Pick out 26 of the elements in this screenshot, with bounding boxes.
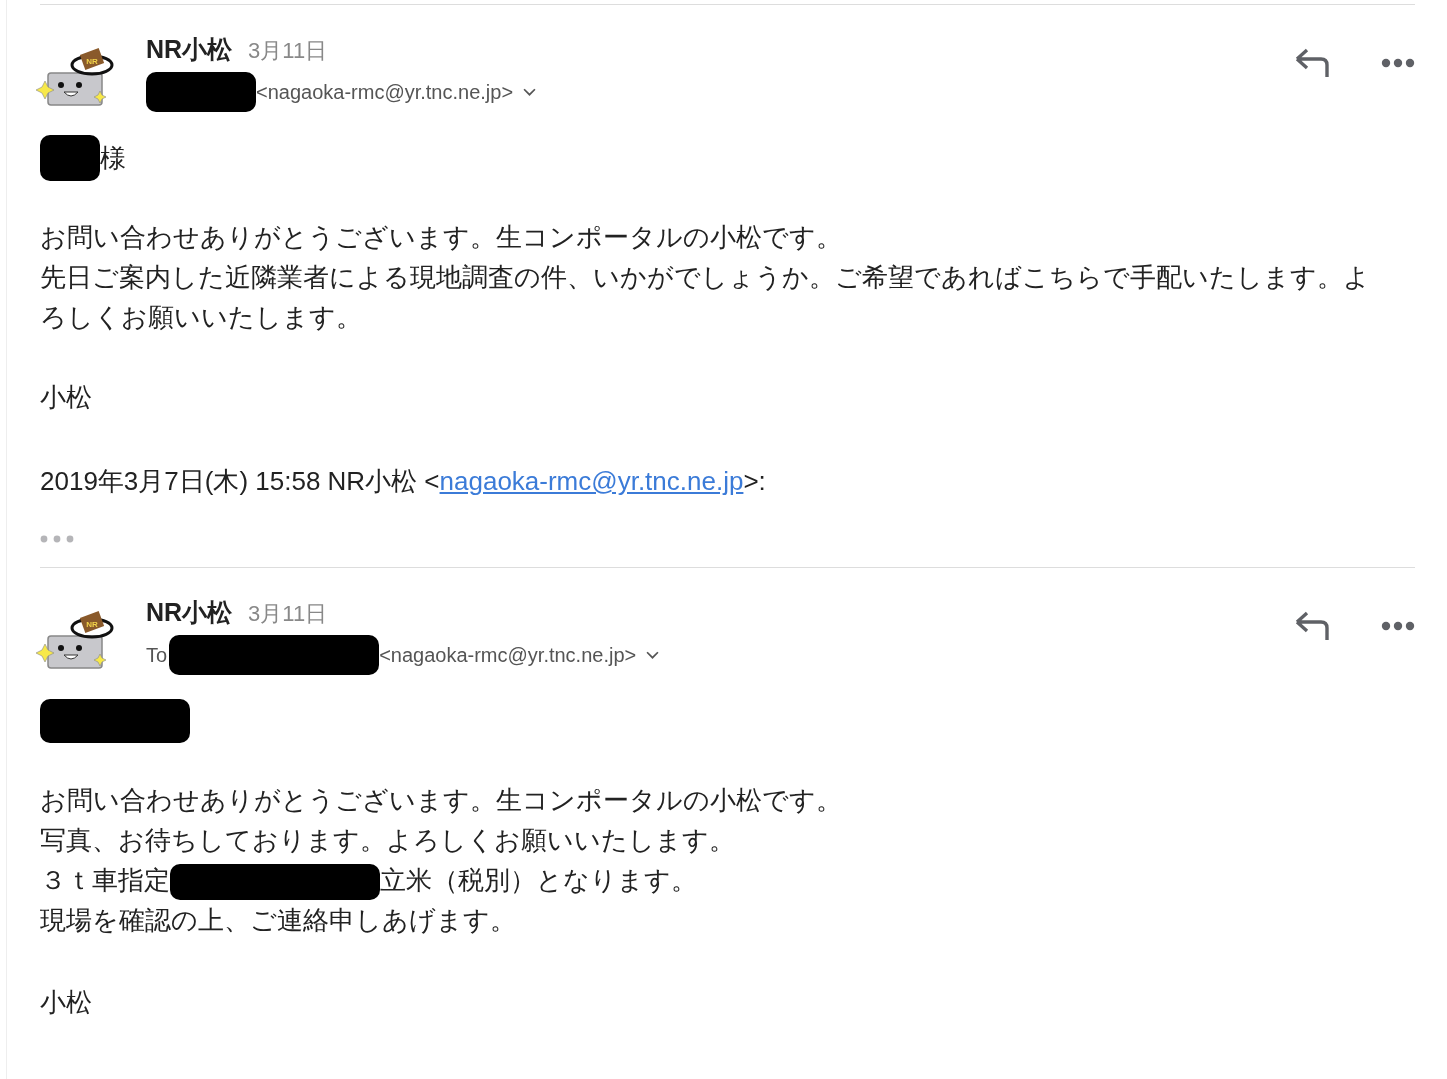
- body-text: 現場を確認の上、ご連絡申しあげます。: [40, 905, 516, 936]
- body-text: お問い合わせありがとうございます。生コンポータルの小松です。: [40, 785, 842, 815]
- message-date: 3月11日: [248, 37, 328, 65]
- redaction-mark: [40, 135, 100, 181]
- recipient-address: <nagaoka-rmc@yr.tnc.ne.jp>: [256, 80, 514, 104]
- sender-name: NR小松: [146, 34, 233, 65]
- message-date: 3月11日: [248, 600, 328, 628]
- chevron-down-icon[interactable]: [523, 87, 537, 97]
- more-icon[interactable]: [1381, 58, 1415, 68]
- greeting-text: 様: [100, 142, 126, 175]
- signature: 小松: [40, 986, 93, 1020]
- body-text: 写真、お待ちしております。よろしくお願いいたします。: [40, 825, 735, 855]
- more-icon[interactable]: [1381, 621, 1415, 631]
- body-text: 先日ご案内した近隣業者による現地調査の件、いかがでしょうか。ご希望であればこちらで手配いたします。よろしくお願いいたします。: [40, 262, 1370, 332]
- chevron-down-icon[interactable]: [646, 650, 660, 660]
- sender-name: NR小松: [146, 597, 233, 628]
- reply-icon[interactable]: [1293, 47, 1331, 79]
- recipient-label: To: [146, 643, 168, 667]
- recipient-address: <nagaoka-rmc@yr.tnc.ne.jp>: [379, 643, 637, 667]
- body-text: ３ｔ車指定: [40, 865, 170, 895]
- email-link[interactable]: nagaoka-rmc@yr.tnc.ne.jp: [439, 466, 744, 496]
- body-text: 立米（税別）となります。: [380, 865, 697, 895]
- signature: 小松: [40, 381, 93, 414]
- quote-header: 2019年3月7日(木) 15:58 NR小松 <nagaoka-rmc@yr.tnc.ne.jp>:: [40, 465, 767, 498]
- reply-icon[interactable]: [1293, 610, 1331, 642]
- body-text: お問い合わせありがとうございます。生コンポータルの小松です。: [40, 222, 842, 252]
